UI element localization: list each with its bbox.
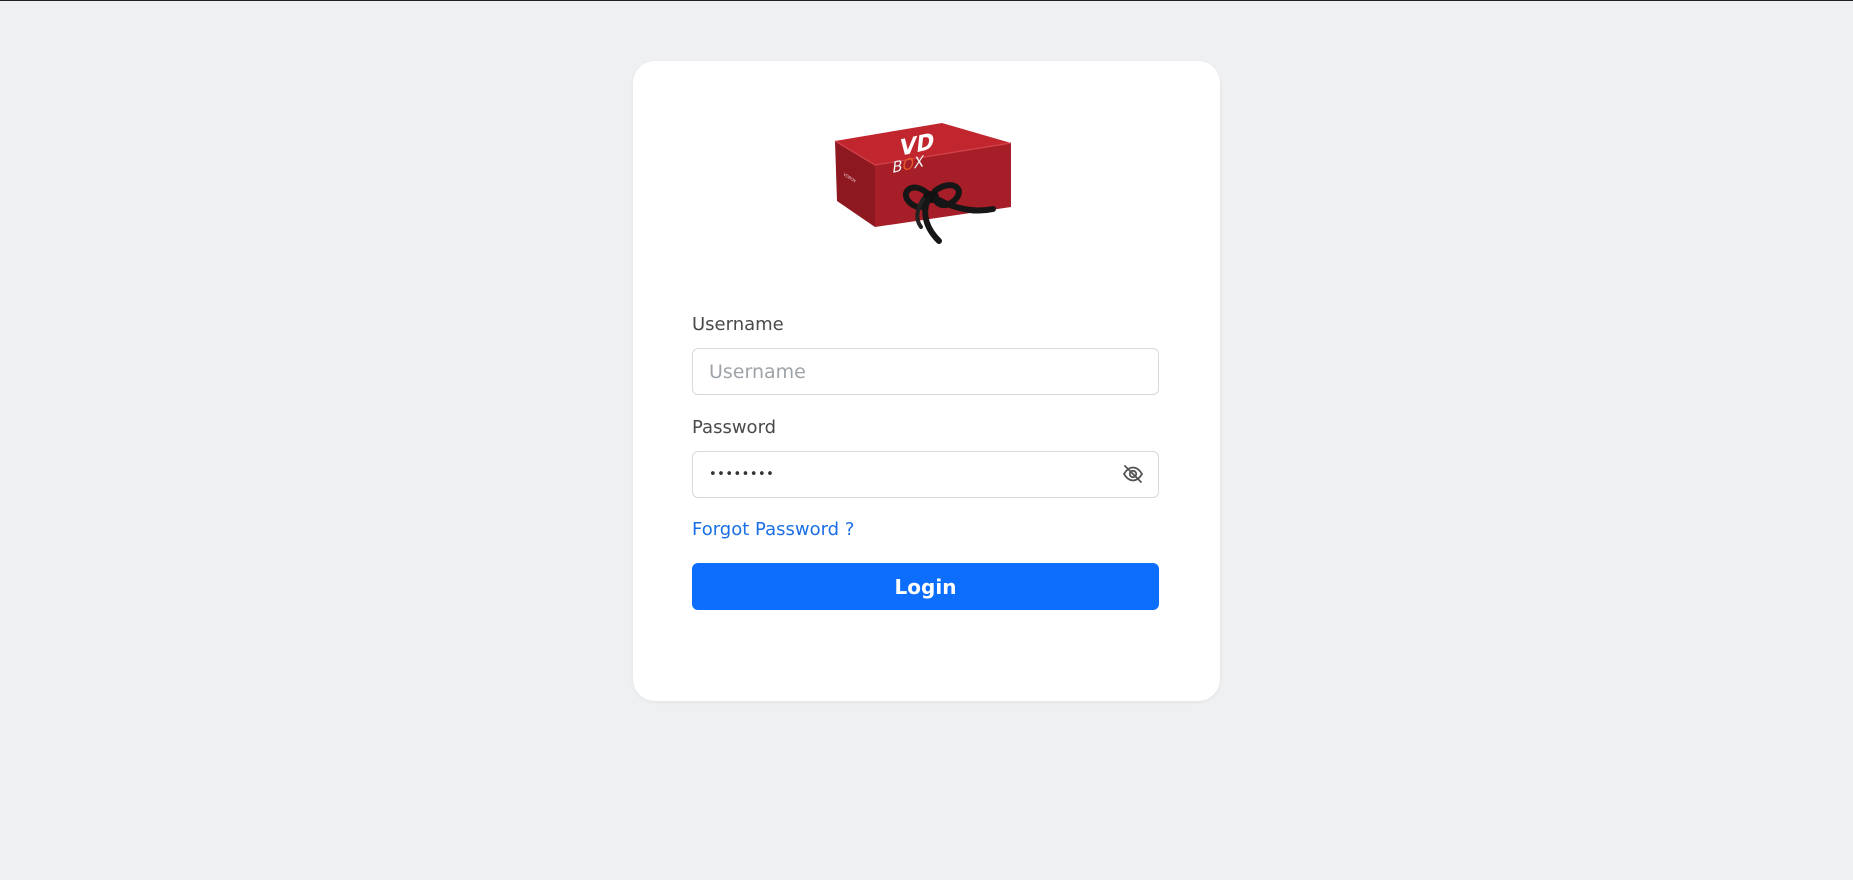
password-masked-value[interactable]: ••••••••: [709, 452, 774, 497]
eye-slash-icon[interactable]: [1122, 464, 1144, 484]
password-field[interactable]: ••••••••: [692, 451, 1159, 498]
password-label: Password: [692, 417, 777, 438]
username-label: Username: [692, 314, 784, 335]
username-field[interactable]: [692, 348, 1159, 395]
forgot-password-link[interactable]: Forgot Password ?: [692, 519, 854, 540]
login-card: VD BOX VDBOX Username Password •••••••• …: [633, 61, 1220, 701]
username-input[interactable]: [693, 349, 1158, 394]
vd-box-logo: VD BOX VDBOX: [834, 123, 1012, 244]
login-button[interactable]: Login: [692, 563, 1159, 610]
